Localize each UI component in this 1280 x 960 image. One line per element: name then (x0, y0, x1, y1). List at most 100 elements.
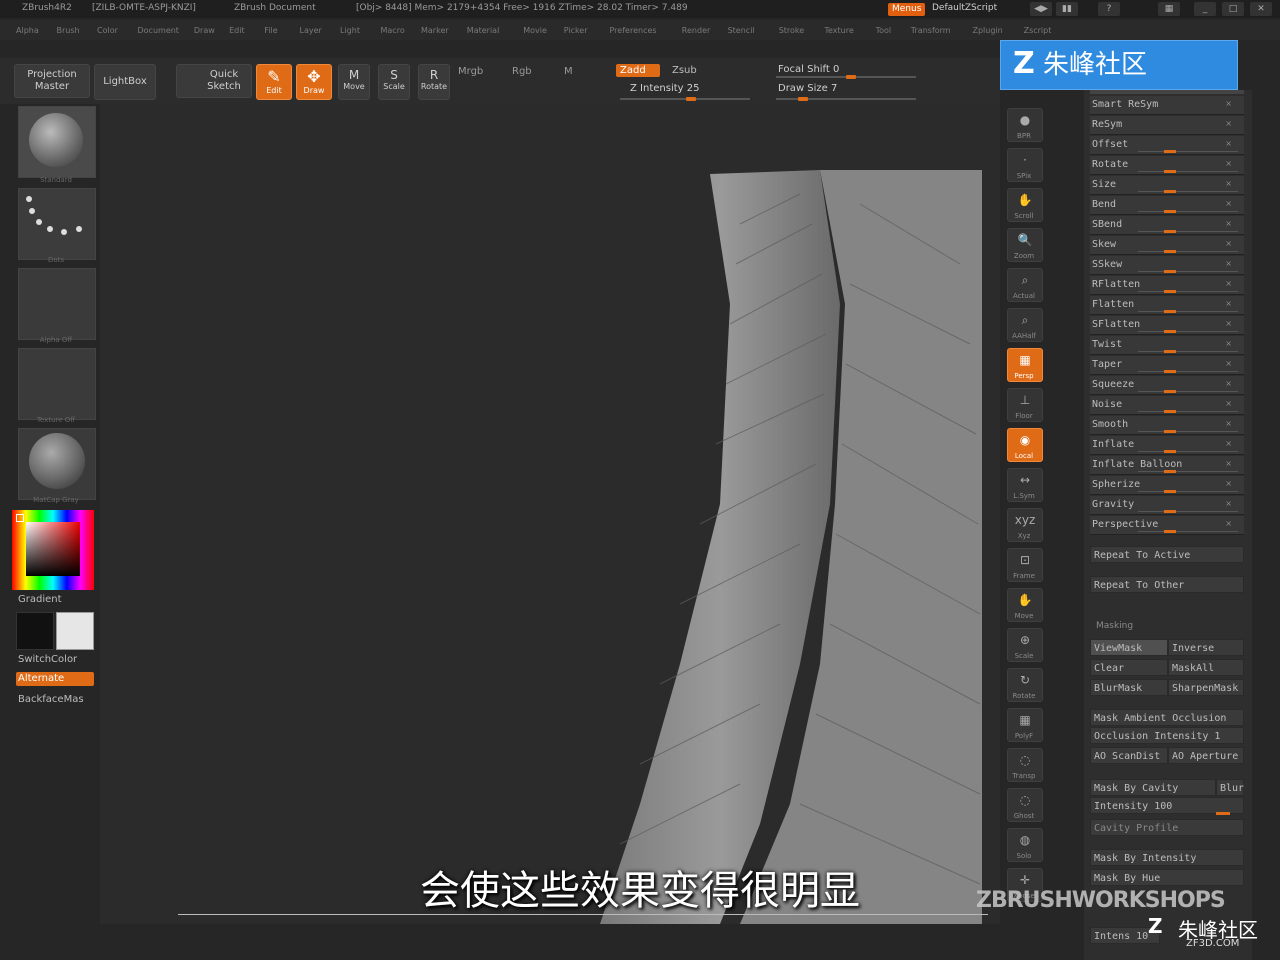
deform-flatten-slider[interactable]: Flatten × (1090, 296, 1244, 315)
deform-taper-slider[interactable]: Taper × (1090, 356, 1244, 375)
alpha-thumbnail[interactable] (18, 268, 96, 340)
deform-resym-slider[interactable]: ReSym × (1090, 116, 1244, 135)
deform-inflate-slider[interactable]: Inflate × (1090, 436, 1244, 455)
mrgb-button[interactable]: Mrgb (458, 66, 483, 77)
sharpenmask-button[interactable]: SharpenMask (1168, 679, 1244, 696)
axis-toggle-icon[interactable]: × (1225, 139, 1232, 148)
axis-toggle-icon[interactable]: × (1225, 499, 1232, 508)
deform-offset-slider[interactable]: Offset × (1090, 136, 1244, 155)
axis-toggle-icon[interactable]: × (1225, 519, 1232, 528)
prev-icon[interactable]: ◀▶ (1030, 2, 1052, 16)
menu-item-macro[interactable]: Macro (381, 26, 405, 35)
m-button[interactable]: M (564, 66, 573, 77)
menu-item-layer[interactable]: Layer (300, 26, 322, 35)
scale-button[interactable]: S Scale (378, 64, 410, 100)
menu-item-tool[interactable]: Tool (876, 26, 892, 35)
menu-item-document[interactable]: Document (138, 26, 179, 35)
menu-item-render[interactable]: Render (682, 26, 710, 35)
focal-shift-knob[interactable] (846, 75, 856, 79)
inverse-button[interactable]: Inverse (1168, 639, 1244, 656)
menu-item-alpha[interactable]: Alpha (16, 26, 39, 35)
draw-button[interactable]: ✥ Draw (296, 64, 332, 100)
deform-inflate-balloon-slider[interactable]: Inflate Balloon × (1090, 456, 1244, 475)
switchcolor-button[interactable]: SwitchColor (18, 654, 77, 665)
slider-knob[interactable] (1164, 530, 1176, 533)
axis-toggle-icon[interactable]: × (1225, 199, 1232, 208)
rotate-button[interactable]: R Rotate (418, 64, 450, 100)
menu-item-color[interactable]: Color (97, 26, 118, 35)
menu-item-marker[interactable]: Marker (421, 26, 449, 35)
slider-knob[interactable] (1164, 370, 1176, 373)
viewmask-button[interactable]: ViewMask (1090, 639, 1168, 656)
gradient-label[interactable]: Gradient (18, 594, 62, 605)
stroke-thumbnail[interactable] (18, 188, 96, 260)
color-picker[interactable] (12, 510, 94, 590)
maximize-icon[interactable]: □ (1222, 2, 1244, 16)
mask-by-hue-button[interactable]: Mask By Hue (1090, 869, 1244, 886)
axis-toggle-icon[interactable]: × (1225, 219, 1232, 228)
mask-ambient-occlusion-button[interactable]: Mask Ambient Occlusion (1090, 709, 1244, 726)
menu-item-light[interactable]: Light (340, 26, 360, 35)
slider-knob[interactable] (1164, 450, 1176, 453)
rgb-button[interactable]: Rgb (512, 66, 532, 77)
slider-knob[interactable] (1164, 310, 1176, 313)
slider-knob[interactable] (1164, 270, 1176, 273)
slider-knob[interactable] (1164, 190, 1176, 193)
deform-spherize-slider[interactable]: Spherize × (1090, 476, 1244, 495)
edit-button[interactable]: ✎ Edit (256, 64, 292, 100)
focal-shift-slider[interactable]: Focal Shift 0 (778, 64, 839, 75)
menu-item-material[interactable]: Material (467, 26, 500, 35)
minimize-icon[interactable]: _ (1194, 2, 1216, 16)
slider-knob[interactable] (1164, 410, 1176, 413)
primary-color-swatch[interactable] (16, 612, 54, 650)
slider-knob[interactable] (1164, 330, 1176, 333)
ao-scandist-slider[interactable]: AO ScanDist (1090, 747, 1168, 764)
texture-thumbnail[interactable] (18, 348, 96, 420)
deform-size-slider[interactable]: Size × (1090, 176, 1244, 195)
projection-master-button[interactable]: Projection Master (14, 64, 90, 98)
deform-smart-resym-slider[interactable]: Smart ReSym × (1090, 96, 1244, 115)
deform-sbend-slider[interactable]: SBend × (1090, 216, 1244, 235)
slider-knob[interactable] (1164, 150, 1176, 153)
axis-toggle-icon[interactable]: × (1225, 159, 1232, 168)
deform-twist-slider[interactable]: Twist × (1090, 336, 1244, 355)
lightbox-button[interactable]: LightBox (94, 64, 156, 100)
occlusion-intensity-slider[interactable]: Occlusion Intensity 1 (1090, 727, 1244, 744)
maskall-button[interactable]: MaskAll (1168, 659, 1244, 676)
blurmask-button[interactable]: BlurMask (1090, 679, 1168, 696)
z-intensity-knob[interactable] (686, 97, 696, 101)
slider-knob[interactable] (1164, 290, 1176, 293)
slider-knob[interactable] (1164, 250, 1176, 253)
axis-toggle-icon[interactable]: × (1225, 359, 1232, 368)
deform-bend-slider[interactable]: Bend × (1090, 196, 1244, 215)
brush-thumbnail[interactable] (18, 106, 96, 178)
axis-toggle-icon[interactable]: × (1225, 479, 1232, 488)
deform-perspective-slider[interactable]: Perspective × (1090, 516, 1244, 535)
menu-item-stencil[interactable]: Stencil (728, 26, 755, 35)
repeat-to-other-button[interactable]: Repeat To Other (1090, 576, 1244, 593)
axis-toggle-icon[interactable]: × (1225, 259, 1232, 268)
repeat-to-active-button[interactable]: Repeat To Active (1090, 546, 1244, 563)
deform-noise-slider[interactable]: Noise × (1090, 396, 1244, 415)
z-intensity-slider[interactable]: Z Intensity 25 (630, 83, 699, 94)
secondary-color-swatch[interactable] (56, 612, 94, 650)
axis-toggle-icon[interactable]: × (1225, 179, 1232, 188)
deform-rflatten-slider[interactable]: RFlatten × (1090, 276, 1244, 295)
slider-knob[interactable] (1164, 210, 1176, 213)
slider-knob[interactable] (1164, 350, 1176, 353)
axis-toggle-icon[interactable]: × (1225, 279, 1232, 288)
backface-mask-button[interactable]: BackfaceMas (18, 694, 84, 705)
deform-squeeze-slider[interactable]: Squeeze × (1090, 376, 1244, 395)
draw-size-slider[interactable]: Draw Size 7 (778, 83, 837, 94)
menu-item-zscript[interactable]: Zscript (1024, 26, 1052, 35)
axis-toggle-icon[interactable]: × (1225, 99, 1232, 108)
mask-by-intensity-button[interactable]: Mask By Intensity (1090, 849, 1244, 866)
axis-toggle-icon[interactable]: × (1225, 239, 1232, 248)
ao-aperture-slider[interactable]: AO Aperture (1168, 747, 1244, 764)
slider-knob[interactable] (1164, 390, 1176, 393)
axis-toggle-icon[interactable]: × (1225, 379, 1232, 388)
menu-item-draw[interactable]: Draw (194, 26, 215, 35)
move-button[interactable]: M Move (338, 64, 370, 100)
blur-slider[interactable]: Blur (1216, 779, 1244, 796)
menu-item-brush[interactable]: Brush (57, 26, 80, 35)
